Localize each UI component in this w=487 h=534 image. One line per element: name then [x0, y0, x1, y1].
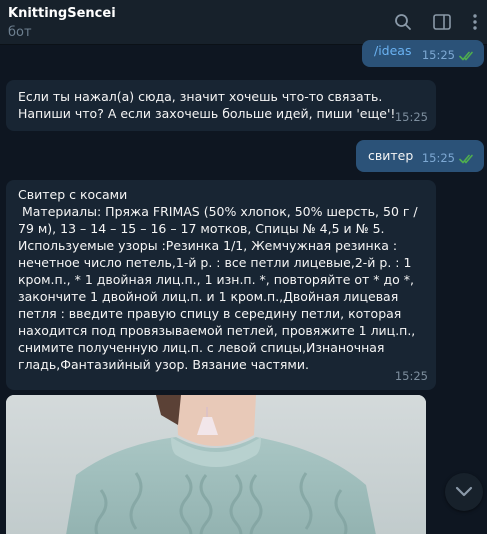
message-time: 15:25: [421, 151, 455, 165]
message-list[interactable]: /ideas 15:25 Если ты нажал(а) сюда, знач…: [0, 40, 487, 534]
message-outgoing[interactable]: /ideas 15:25: [362, 40, 484, 67]
message-meta: 15:25: [422, 150, 476, 167]
double-check-icon: [459, 51, 476, 61]
message-meta: 15:25: [422, 47, 476, 64]
message-meta: 15:25: [395, 368, 428, 385]
message-meta: 15:25: [395, 109, 428, 126]
message-time: 15:25: [421, 48, 455, 62]
message-text: свитер: [368, 148, 414, 163]
message-time: 15:25: [394, 369, 428, 383]
search-button[interactable]: [391, 10, 415, 34]
photo-knitted-sweater-image: [6, 395, 426, 534]
chat-title[interactable]: KnittingSencei: [8, 6, 116, 21]
photo-message[interactable]: [6, 395, 426, 534]
message-time: 15:25: [394, 110, 428, 124]
scroll-down-button[interactable]: [445, 473, 483, 511]
sidebar-toggle-button[interactable]: [430, 10, 454, 34]
message-text: Если ты нажал(а) сюда, значит хочешь что…: [18, 89, 396, 121]
search-icon: [394, 13, 412, 31]
message-incoming[interactable]: Свитер с косами Материалы: Пряжа FRIMAS …: [6, 180, 436, 390]
message-incoming[interactable]: Если ты нажал(а) сюда, значит хочешь что…: [6, 80, 436, 131]
message-text: Свитер с косами Материалы: Пряжа FRIMAS …: [18, 187, 418, 372]
chat-header: KnittingSencei бот: [0, 0, 487, 45]
more-button[interactable]: [466, 10, 484, 34]
chevron-down-icon: [455, 483, 473, 502]
message-text[interactable]: /ideas: [374, 42, 411, 59]
more-vertical-icon: [473, 14, 477, 30]
message-outgoing[interactable]: свитер 15:25: [356, 140, 484, 172]
sidebar-toggle-icon: [433, 14, 451, 30]
double-check-icon: [459, 154, 476, 164]
chat-subtitle: бот: [8, 25, 32, 40]
